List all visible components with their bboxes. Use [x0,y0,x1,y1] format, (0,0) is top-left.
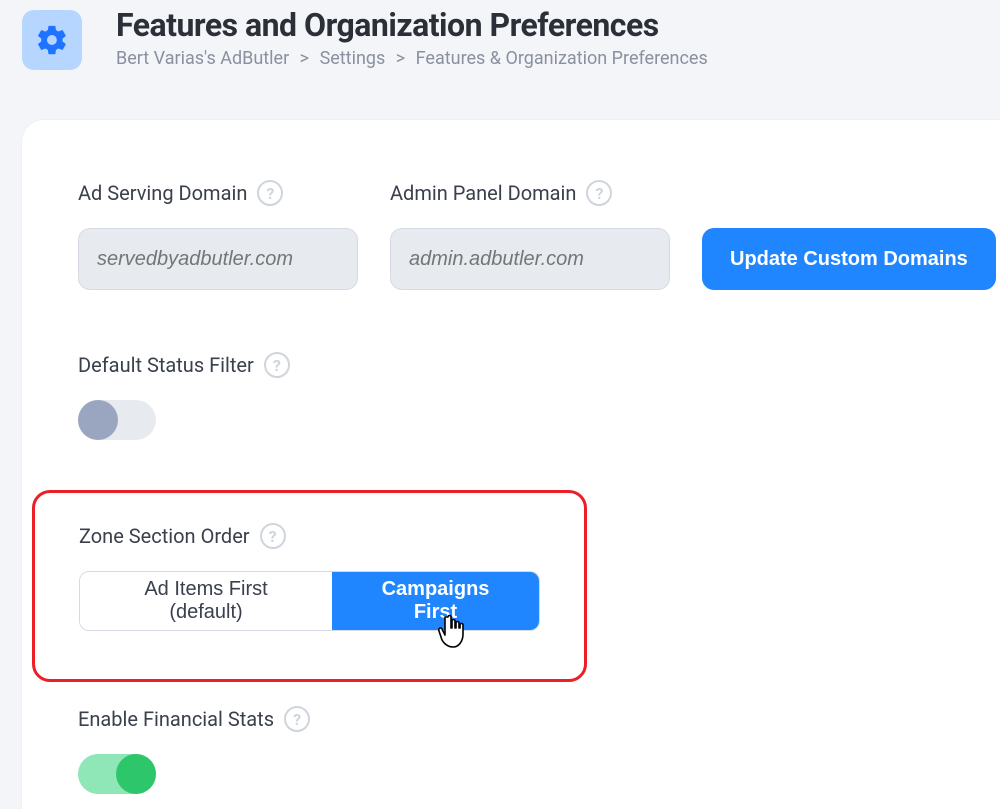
custom-domains-row: Ad Serving Domain ? Admin Panel Domain ?… [78,180,1000,290]
enable-financial-stats-toggle[interactable] [78,754,156,794]
admin-panel-domain-input[interactable] [390,228,670,290]
admin-panel-domain-label: Admin Panel Domain [390,181,576,205]
breadcrumb-settings[interactable]: Settings [320,48,386,69]
toggle-knob [116,754,156,794]
default-status-filter-label: Default Status Filter [78,353,254,377]
toggle-knob [78,400,118,440]
help-icon[interactable]: ? [264,352,290,378]
enable-financial-stats-label: Enable Financial Stats [78,707,274,731]
zone-section-order-highlight: Zone Section Order ? Ad Items First (def… [32,490,587,682]
breadcrumb-current: Features & Organization Preferences [416,48,708,69]
zone-section-order-segmented: Ad Items First (default) Campaigns First [79,571,540,631]
gear-icon [22,10,82,70]
page-header: Features and Organization Preferences Be… [0,0,1000,88]
default-status-filter-toggle[interactable] [78,400,156,440]
zone-order-campaigns-first[interactable]: Campaigns First [332,572,539,630]
help-icon[interactable]: ? [260,523,286,549]
ad-serving-domain-label: Ad Serving Domain [78,181,247,205]
breadcrumb-org[interactable]: Bert Varias's AdButler [116,48,289,69]
chevron-right-icon: > [396,48,405,69]
help-icon[interactable]: ? [586,180,612,206]
help-icon[interactable]: ? [284,706,310,732]
page-title: Features and Organization Preferences [116,6,708,44]
help-icon[interactable]: ? [257,180,283,206]
zone-section-order-label: Zone Section Order [79,524,250,548]
breadcrumb: Bert Varias's AdButler > Settings > Feat… [116,48,708,69]
zone-order-ad-items-first[interactable]: Ad Items First (default) [80,572,332,630]
preferences-card: Ad Serving Domain ? Admin Panel Domain ?… [22,120,1000,809]
update-custom-domains-button[interactable]: Update Custom Domains [702,228,996,290]
chevron-right-icon: > [300,48,309,69]
ad-serving-domain-input[interactable] [78,228,358,290]
